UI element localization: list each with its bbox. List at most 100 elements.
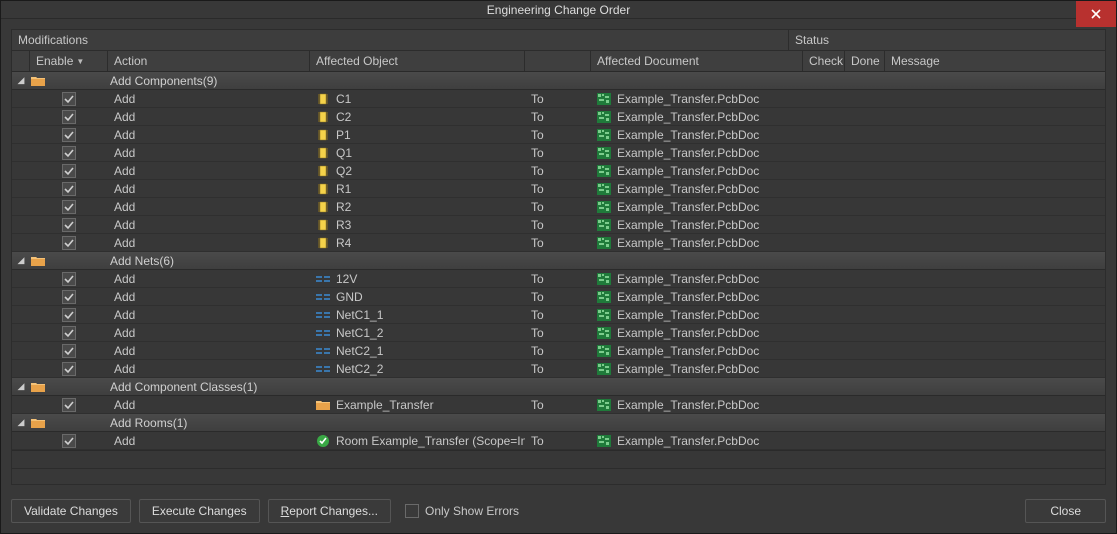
enable-checkbox[interactable] — [62, 110, 76, 124]
component-icon — [316, 110, 330, 124]
enable-checkbox[interactable] — [62, 434, 76, 448]
to-cell: To — [525, 218, 591, 232]
to-cell: To — [525, 398, 591, 412]
data-row[interactable]: AddRoom Example_Transfer (Scope=InComToE… — [12, 432, 1105, 450]
data-row[interactable]: AddNetC1_1ToExample_Transfer.PcbDoc — [12, 306, 1105, 324]
to-cell: To — [525, 110, 591, 124]
pcbdoc-icon — [597, 182, 611, 196]
close-window-button[interactable] — [1076, 1, 1116, 27]
enable-checkbox[interactable] — [62, 236, 76, 250]
component-icon — [316, 128, 330, 142]
document-name: Example_Transfer.PcbDoc — [617, 326, 759, 340]
only-show-errors-checkbox[interactable] — [405, 504, 419, 518]
close-button[interactable]: Close — [1025, 499, 1106, 523]
collapse-icon[interactable]: ◢ — [16, 381, 26, 392]
enable-checkbox[interactable] — [62, 362, 76, 376]
col-enable-label: Enable — [36, 54, 73, 68]
enable-checkbox[interactable] — [62, 128, 76, 142]
to-cell: To — [525, 362, 591, 376]
enable-checkbox[interactable] — [62, 146, 76, 160]
enable-cell — [30, 128, 108, 142]
enable-checkbox[interactable] — [62, 326, 76, 340]
enable-checkbox[interactable] — [62, 272, 76, 286]
enable-cell — [30, 236, 108, 250]
enable-checkbox[interactable] — [62, 92, 76, 106]
data-row[interactable]: AddP1ToExample_Transfer.PcbDoc — [12, 126, 1105, 144]
col-action[interactable]: Action — [108, 51, 310, 71]
grid-body[interactable]: ◢Add Components(9)AddC1ToExample_Transfe… — [12, 72, 1105, 468]
collapse-icon[interactable]: ◢ — [16, 75, 26, 86]
enable-checkbox[interactable] — [62, 290, 76, 304]
data-row[interactable]: AddR3ToExample_Transfer.PcbDoc — [12, 216, 1105, 234]
action-cell: Add — [108, 272, 310, 286]
group-row[interactable]: ◢Add Nets(6) — [12, 252, 1105, 270]
pcbdoc-icon — [597, 128, 611, 142]
data-row[interactable]: Add12VToExample_Transfer.PcbDoc — [12, 270, 1105, 288]
grid-bottom-strip — [12, 468, 1105, 484]
col-enable[interactable]: Enable ▼ — [30, 51, 108, 71]
net-icon — [316, 362, 330, 376]
section-status: Status — [788, 30, 1105, 50]
report-changes-button[interactable]: Report Changes... — [268, 499, 391, 523]
document-cell: Example_Transfer.PcbDoc — [591, 182, 803, 196]
data-row[interactable]: AddNetC2_1ToExample_Transfer.PcbDoc — [12, 342, 1105, 360]
document-name: Example_Transfer.PcbDoc — [617, 236, 759, 250]
enable-checkbox[interactable] — [62, 308, 76, 322]
only-show-errors-option[interactable]: Only Show Errors — [405, 504, 519, 518]
document-name: Example_Transfer.PcbDoc — [617, 398, 759, 412]
enable-checkbox[interactable] — [62, 398, 76, 412]
enable-cell — [30, 308, 108, 322]
document-name: Example_Transfer.PcbDoc — [617, 110, 759, 124]
data-row[interactable]: AddExample_TransferToExample_Transfer.Pc… — [12, 396, 1105, 414]
document-name: Example_Transfer.PcbDoc — [617, 290, 759, 304]
to-cell: To — [525, 200, 591, 214]
group-row[interactable]: ◢Add Components(9) — [12, 72, 1105, 90]
section-headers: Modifications Status — [12, 30, 1105, 51]
enable-checkbox[interactable] — [62, 344, 76, 358]
object-cell: Q1 — [310, 146, 525, 160]
pcbdoc-icon — [597, 164, 611, 178]
enable-cell — [30, 326, 108, 340]
object-cell: NetC1_2 — [310, 326, 525, 340]
group-row[interactable]: ◢Add Component Classes(1) — [12, 378, 1105, 396]
enable-checkbox[interactable] — [62, 182, 76, 196]
enable-checkbox[interactable] — [62, 218, 76, 232]
data-row[interactable]: AddC1ToExample_Transfer.PcbDoc — [12, 90, 1105, 108]
col-document[interactable]: Affected Document — [591, 51, 803, 71]
data-row[interactable]: AddQ1ToExample_Transfer.PcbDoc — [12, 144, 1105, 162]
net-icon — [316, 290, 330, 304]
pcbdoc-icon — [597, 200, 611, 214]
object-cell: R1 — [310, 182, 525, 196]
section-modifications: Modifications — [12, 30, 788, 50]
data-row[interactable]: AddR1ToExample_Transfer.PcbDoc — [12, 180, 1105, 198]
enable-cell — [30, 398, 108, 412]
data-row[interactable]: AddNetC1_2ToExample_Transfer.PcbDoc — [12, 324, 1105, 342]
document-cell: Example_Transfer.PcbDoc — [591, 290, 803, 304]
execute-changes-button[interactable]: Execute Changes — [139, 499, 260, 523]
collapse-icon[interactable]: ◢ — [16, 255, 26, 266]
document-cell: Example_Transfer.PcbDoc — [591, 164, 803, 178]
col-done[interactable]: Done — [845, 51, 885, 71]
enable-checkbox[interactable] — [62, 200, 76, 214]
object-cell: GND — [310, 290, 525, 304]
col-check[interactable]: Check — [803, 51, 845, 71]
data-row[interactable]: AddC2ToExample_Transfer.PcbDoc — [12, 108, 1105, 126]
collapse-icon[interactable]: ◢ — [16, 417, 26, 428]
to-cell: To — [525, 182, 591, 196]
action-cell: Add — [108, 362, 310, 376]
data-row[interactable]: AddQ2ToExample_Transfer.PcbDoc — [12, 162, 1105, 180]
footer: Validate Changes Execute Changes Report … — [1, 491, 1116, 533]
data-row[interactable]: AddR4ToExample_Transfer.PcbDoc — [12, 234, 1105, 252]
enable-checkbox[interactable] — [62, 164, 76, 178]
data-row[interactable]: AddGNDToExample_Transfer.PcbDoc — [12, 288, 1105, 306]
validate-changes-button[interactable]: Validate Changes — [11, 499, 131, 523]
action-cell: Add — [108, 110, 310, 124]
col-message[interactable]: Message — [885, 51, 1105, 71]
data-row[interactable]: AddNetC2_2ToExample_Transfer.PcbDoc — [12, 360, 1105, 378]
document-name: Example_Transfer.PcbDoc — [617, 128, 759, 142]
net-icon — [316, 272, 330, 286]
group-row[interactable]: ◢Add Rooms(1) — [12, 414, 1105, 432]
data-row[interactable]: AddR2ToExample_Transfer.PcbDoc — [12, 198, 1105, 216]
col-object[interactable]: Affected Object — [310, 51, 525, 71]
document-cell: Example_Transfer.PcbDoc — [591, 434, 803, 448]
